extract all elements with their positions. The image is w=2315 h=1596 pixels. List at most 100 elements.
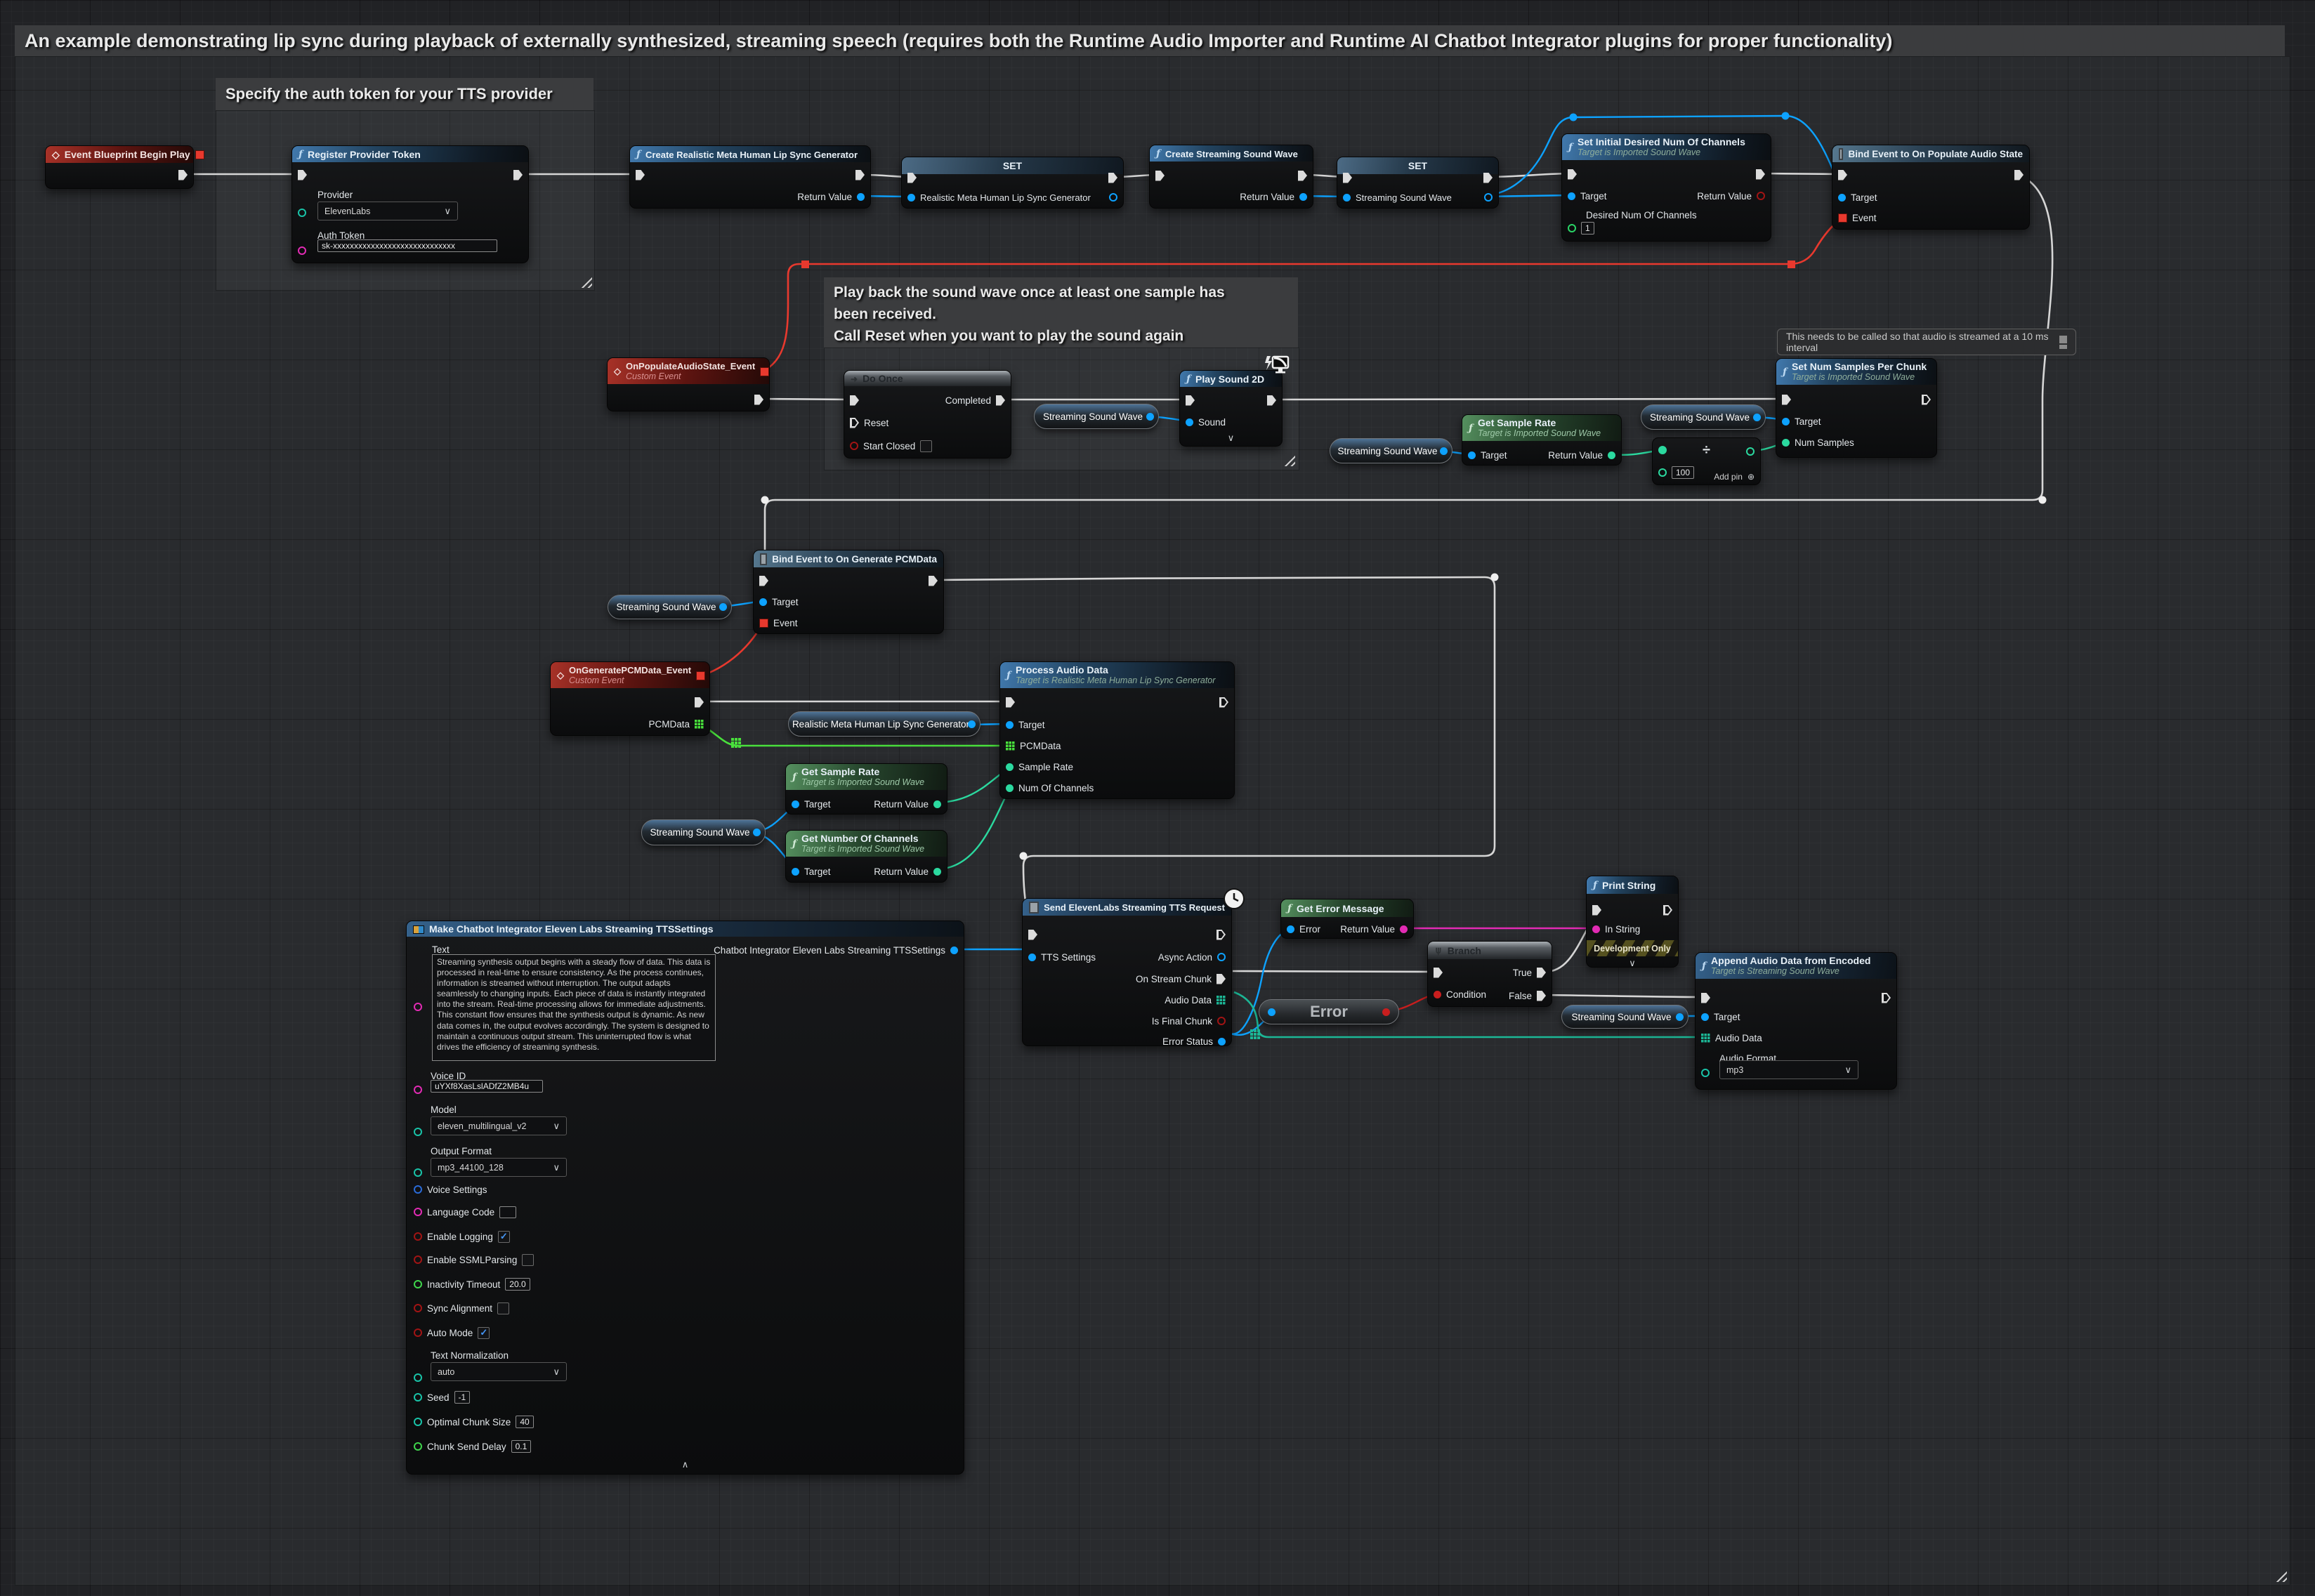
- node-send-elevenlabs-tts-request[interactable]: Send ElevenLabs Streaming TTS Request TT…: [1022, 898, 1232, 1046]
- bool-pin[interactable]: [414, 1232, 422, 1241]
- exec-in-pin[interactable]: [1782, 395, 1791, 405]
- node-register-provider-token[interactable]: ƒRegister Provider Token Provider Eleven…: [291, 145, 529, 263]
- exec-out-pin[interactable]: [929, 576, 938, 586]
- struct-pin[interactable]: [950, 947, 958, 954]
- object-pin[interactable]: [1568, 192, 1575, 200]
- node-comment-bubble[interactable]: This needs to be called so that audio is…: [1777, 329, 2076, 355]
- array-pin[interactable]: [1701, 1034, 1710, 1043]
- float-pin[interactable]: [1658, 468, 1667, 477]
- variable-pill-streaming-sound-wave[interactable]: Streaming Sound Wave: [1034, 404, 1159, 429]
- exec-in-pin[interactable]: [1006, 697, 1015, 708]
- exec-out-pin[interactable]: [695, 697, 704, 708]
- named-reroute-error[interactable]: Error: [1259, 999, 1399, 1024]
- object-pin[interactable]: [1146, 413, 1154, 421]
- enum-pin[interactable]: [298, 209, 306, 217]
- delegate-pin[interactable]: [1838, 213, 1847, 223]
- object-pin[interactable]: [1343, 194, 1351, 202]
- object-pin[interactable]: [1753, 414, 1761, 421]
- delegate-pin[interactable]: [195, 150, 204, 159]
- text-norm-dropdown[interactable]: auto∨: [431, 1362, 567, 1381]
- node-set-streaming-sound-wave[interactable]: SET Streaming Sound Wave: [1337, 157, 1499, 209]
- node-get-sample-rate-1[interactable]: ƒGet Sample RateTarget is Imported Sound…: [1462, 414, 1622, 466]
- node-play-sound-2d[interactable]: ƒPlay Sound 2D Sound ∨: [1179, 370, 1283, 447]
- exec-out-pin[interactable]: [1663, 905, 1672, 916]
- node-get-error-message[interactable]: ƒGet Error Message Error Return Value: [1280, 899, 1414, 939]
- object-pin[interactable]: [1484, 193, 1493, 202]
- node-branch[interactable]: ⋔Branch True Condition False: [1427, 941, 1552, 1007]
- float-pin[interactable]: [1006, 763, 1014, 771]
- chevron-down-icon[interactable]: ∨: [1629, 958, 1636, 969]
- exec-out-pin[interactable]: [1483, 173, 1493, 183]
- object-pin[interactable]: [1782, 418, 1790, 426]
- exec-in-pin[interactable]: [850, 418, 859, 428]
- float-pin[interactable]: [414, 1442, 422, 1451]
- float-pin[interactable]: [933, 800, 941, 808]
- array-reroute-green[interactable]: [731, 738, 741, 748]
- node-set-num-samples-per-chunk[interactable]: ƒSet Num Samples Per ChunkTarget is Impo…: [1776, 358, 1937, 458]
- exec-out-pin[interactable]: [1298, 171, 1307, 181]
- object-pin[interactable]: [968, 720, 976, 728]
- model-dropdown[interactable]: eleven_multilingual_v2∨: [431, 1116, 567, 1135]
- node-append-audio-data-from-encoded[interactable]: ƒAppend Audio Data from EncodedTarget is…: [1695, 952, 1897, 1090]
- struct-pin[interactable]: [1028, 954, 1036, 961]
- exec-out-pin[interactable]: [1922, 395, 1931, 405]
- chevron-down-icon[interactable]: ∨: [1228, 433, 1235, 444]
- reroute-dot[interactable]: [1782, 112, 1790, 120]
- object-pin[interactable]: [792, 868, 799, 876]
- text-input[interactable]: Streaming synthesis output begins with a…: [432, 954, 716, 1061]
- enum-pin[interactable]: [414, 1168, 422, 1177]
- variable-pill-streaming-sound-wave[interactable]: Streaming Sound Wave: [608, 595, 732, 619]
- exec-out-pin[interactable]: [1267, 395, 1276, 406]
- node-process-audio-data[interactable]: ƒProcess Audio DataTarget is Realistic M…: [999, 661, 1235, 799]
- node-on-generate-pcmdata-event[interactable]: ◇OnGeneratePCMData_EventCustom Event PCM…: [550, 661, 710, 736]
- int-pin[interactable]: [414, 1418, 422, 1426]
- exec-in-pin[interactable]: [759, 576, 768, 586]
- bool-pin[interactable]: [1434, 991, 1441, 998]
- bool-pin[interactable]: [414, 1328, 422, 1337]
- exec-in-pin[interactable]: [1592, 905, 1601, 916]
- string-pin[interactable]: [414, 1003, 422, 1011]
- enum-pin[interactable]: [414, 1128, 422, 1136]
- float-pin[interactable]: [1006, 784, 1014, 792]
- exec-in-pin[interactable]: [1838, 170, 1847, 180]
- node-bind-event-generate-pcmdata[interactable]: Bind Event to On Generate PCMData Target…: [753, 550, 944, 634]
- object-pin[interactable]: [1468, 451, 1476, 459]
- exec-in-pin[interactable]: [850, 395, 859, 406]
- enable-logging-checkbox[interactable]: ✓: [498, 1231, 510, 1243]
- array-pin[interactable]: [1006, 741, 1015, 751]
- float-pin[interactable]: [1746, 447, 1755, 456]
- provider-dropdown[interactable]: ElevenLabs∨: [317, 202, 458, 220]
- node-get-number-of-channels[interactable]: ƒGet Number Of ChannelsTarget is Importe…: [785, 830, 947, 883]
- exec-in-pin[interactable]: [298, 170, 307, 180]
- audio-format-dropdown[interactable]: mp3∨: [1719, 1060, 1858, 1079]
- reroute-dot[interactable]: [761, 496, 769, 504]
- node-do-once[interactable]: ➜Do Once Completed Reset Start Closed: [844, 370, 1011, 459]
- reroute-dot[interactable]: [1020, 852, 1028, 860]
- variable-pill-lipsync-generator[interactable]: Realistic Meta Human Lip Sync Generator: [788, 711, 981, 737]
- float-pin[interactable]: [1782, 439, 1790, 447]
- object-pin[interactable]: [1186, 418, 1193, 426]
- exec-out-pin[interactable]: [1882, 993, 1891, 1003]
- object-pin[interactable]: [792, 800, 799, 808]
- string-pin[interactable]: [414, 1086, 422, 1094]
- object-pin[interactable]: [1109, 193, 1117, 202]
- object-pin[interactable]: [759, 598, 767, 606]
- exec-out-pin[interactable]: [996, 395, 1005, 406]
- float-pin[interactable]: [933, 868, 941, 876]
- string-pin[interactable]: [298, 246, 306, 255]
- bool-pin[interactable]: [1382, 1008, 1390, 1016]
- object-pin[interactable]: [719, 603, 727, 611]
- chevron-up-icon[interactable]: ∧: [682, 1459, 689, 1470]
- reroute-dot[interactable]: [1570, 114, 1578, 121]
- array-pin[interactable]: [1216, 996, 1226, 1005]
- delegate-pin[interactable]: [759, 619, 768, 628]
- chunk-delay-input[interactable]: 0.1: [511, 1440, 532, 1453]
- node-make-tts-settings[interactable]: Make Chatbot Integrator Eleven Labs Stre…: [406, 921, 964, 1475]
- exec-in-pin[interactable]: [1568, 169, 1577, 180]
- seed-input[interactable]: -1: [454, 1391, 471, 1404]
- float-pin[interactable]: [1608, 451, 1615, 459]
- auth-token-input[interactable]: sk-xxxxxxxxxxxxxxxxxxxxxxxxxxxxx: [317, 239, 497, 252]
- optimal-chunk-input[interactable]: 40: [516, 1416, 533, 1428]
- node-create-lipsync-generator[interactable]: ƒCreate Realistic Meta Human Lip Sync Ge…: [629, 145, 871, 209]
- node-print-string[interactable]: ƒPrint String In String Development Only…: [1586, 876, 1679, 968]
